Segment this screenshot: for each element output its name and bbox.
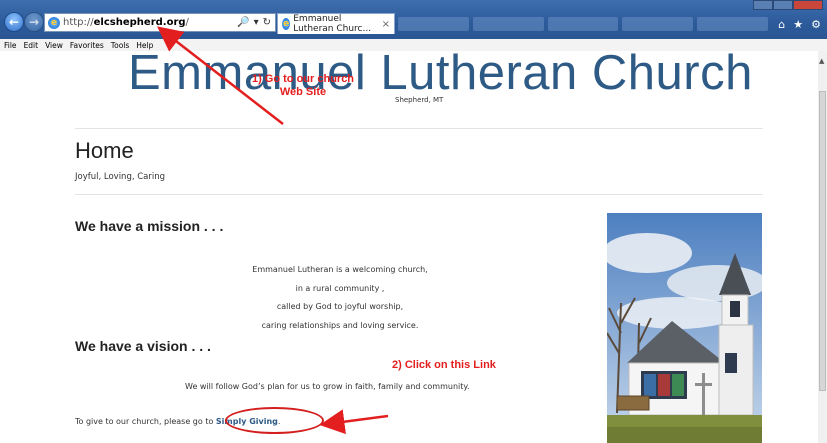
search-icon[interactable]: 🔎	[237, 17, 249, 28]
url-domain: elcshepherd.org	[93, 17, 186, 28]
minimize-button[interactable]	[753, 0, 773, 10]
scroll-thumb[interactable]	[819, 91, 826, 391]
divider	[75, 128, 763, 129]
favorites-star-icon[interactable]: ★	[793, 18, 803, 31]
menu-help[interactable]: Help	[136, 41, 153, 50]
menu-edit[interactable]: Edit	[24, 41, 39, 50]
forward-button[interactable]: →	[24, 12, 44, 32]
mission-line: Emmanuel Lutheran is a welcoming church,	[252, 265, 428, 274]
annotation-step-2: 2) Click on this Link	[392, 359, 496, 371]
settings-gear-icon[interactable]: ⚙	[811, 18, 821, 31]
background-tab[interactable]	[697, 17, 768, 31]
back-button[interactable]: ←	[4, 12, 24, 32]
annotation-step-1-line1: 1) Go to our church	[251, 73, 355, 85]
background-tab[interactable]	[398, 17, 469, 31]
vertical-scrollbar[interactable]: ▲	[818, 51, 827, 443]
address-bar[interactable]: e http://elcshepherd.org / 🔎 ▾ ↻	[44, 13, 276, 32]
refresh-icon[interactable]: ↻	[263, 17, 271, 28]
menu-bar: File Edit View Favorites Tools Help	[0, 39, 827, 51]
dropdown-icon[interactable]: ▾	[254, 17, 259, 28]
scroll-up-icon[interactable]: ▲	[819, 57, 824, 65]
forward-arrow-icon: →	[28, 15, 40, 29]
mission-line: caring relationships and loving service.	[261, 320, 419, 330]
site-favicon-icon: e	[48, 16, 60, 29]
page-subtitle: Joyful, Loving, Caring	[75, 172, 166, 182]
menu-file[interactable]: File	[4, 41, 17, 50]
close-window-button[interactable]	[793, 0, 823, 10]
background-tab[interactable]	[622, 17, 694, 31]
link-highlight-circle	[225, 407, 324, 434]
background-tab[interactable]	[472, 17, 544, 31]
menu-favorites[interactable]: Favorites	[70, 41, 104, 50]
give-text: To give to our church, please go to	[75, 417, 216, 426]
vision-statement: We will follow God’s plan for us to grow…	[185, 382, 470, 391]
mission-line: called by God to joyful worship,	[276, 302, 404, 311]
menu-view[interactable]: View	[45, 41, 63, 50]
maximize-button[interactable]	[773, 0, 793, 10]
annotation-step-1-line2: Web Site	[279, 86, 327, 98]
window-controls	[753, 0, 823, 10]
tab-title: Emmanuel Lutheran Churc...	[293, 14, 372, 34]
mission-statement: Emmanuel Lutheran is a welcoming church,…	[190, 261, 490, 335]
background-tab[interactable]	[547, 17, 619, 31]
back-arrow-icon: ←	[8, 15, 20, 29]
tab-close-icon[interactable]: ×	[382, 19, 390, 30]
church-photo	[607, 213, 762, 443]
mission-heading: We have a mission . . .	[75, 218, 224, 234]
mission-line: in a rural community ,	[295, 283, 385, 293]
url-suffix: /	[185, 17, 189, 28]
annotation-step-1: 1) Go to our church Web Site	[244, 73, 362, 99]
site-tagline: Shepherd, MT	[395, 96, 444, 104]
background-tabs	[398, 17, 768, 31]
web-page: Emmanuel Lutheran Church Shepherd, MT Ho…	[0, 51, 818, 443]
home-icon[interactable]: ⌂	[778, 18, 785, 31]
site-title[interactable]: Emmanuel Lutheran Church	[128, 51, 753, 101]
vision-heading: We have a vision . . .	[75, 338, 211, 354]
toolbar-icons: ⌂ ★ ⚙	[778, 18, 821, 31]
page-title: Home	[75, 138, 134, 163]
browser-toolbar: ← → e http://elcshepherd.org / 🔎 ▾ ↻ e Em…	[0, 0, 827, 39]
url-prefix: http://	[63, 17, 94, 28]
menu-tools[interactable]: Tools	[111, 41, 129, 50]
tab-favicon-icon: e	[282, 18, 291, 30]
divider	[75, 194, 763, 195]
tab-emmanuel-lutheran[interactable]: e Emmanuel Lutheran Churc... ×	[277, 13, 395, 34]
